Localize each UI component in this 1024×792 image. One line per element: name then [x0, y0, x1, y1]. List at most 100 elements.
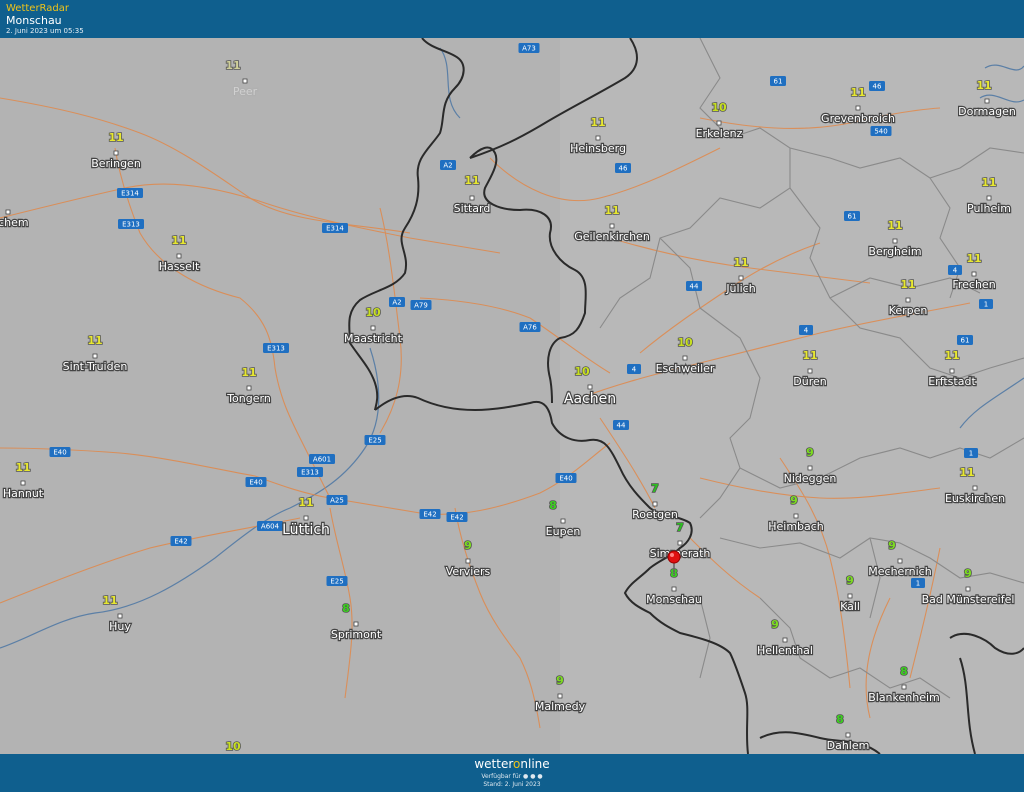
road-sign-e42: E42	[170, 536, 192, 546]
city-label: Nideggen	[784, 472, 837, 485]
city-dot	[897, 558, 903, 564]
svg-text:46: 46	[619, 165, 628, 173]
wetteronline-logo[interactable]: wetteronline	[0, 757, 1024, 771]
city-label: Hasselt	[159, 260, 200, 273]
city-label: Frechen	[952, 278, 995, 291]
city-label: Beringen	[91, 157, 141, 170]
city-dot	[892, 238, 898, 244]
svg-text:A79: A79	[414, 302, 428, 310]
temperature-label: 9	[888, 539, 896, 552]
svg-text:A604: A604	[261, 523, 280, 531]
road-sign-46: 46	[869, 81, 885, 91]
city-label: Roetgen	[632, 508, 678, 521]
svg-text:E40: E40	[53, 449, 66, 457]
city-dot	[303, 515, 309, 521]
road-sign-61: 61	[770, 76, 786, 86]
temperature-label: 11	[959, 466, 974, 479]
city-label: Düren	[793, 375, 826, 388]
city-label: Euskirchen	[945, 492, 1005, 505]
temperature-label: 11	[887, 219, 902, 232]
city-label: Peer	[233, 85, 258, 98]
radar-map[interactable]: A73 61 46 540 A2 46 E314 E313 E314 61 4 A2 A79 A76 44 1…	[0, 37, 1024, 755]
road-sign-e40: E40	[245, 477, 267, 487]
svg-text:E313: E313	[267, 345, 285, 353]
temperature-label: 11	[802, 349, 817, 362]
svg-text:E313: E313	[301, 469, 319, 477]
road-sign-e25: E25	[326, 576, 348, 586]
city-dot	[117, 613, 123, 619]
city-dot	[560, 518, 566, 524]
temperature-label: 11	[604, 204, 619, 217]
city-label: Erftstadt	[928, 375, 976, 388]
svg-text:A76: A76	[523, 324, 537, 332]
svg-text:E42: E42	[174, 538, 187, 546]
city-label: Pulheim	[967, 202, 1011, 215]
temperature-label: 7	[651, 482, 659, 495]
svg-text:46: 46	[873, 83, 882, 91]
temperature-label: 11	[981, 176, 996, 189]
road-sign-e42: E42	[419, 509, 441, 519]
city-dot	[807, 368, 813, 374]
android-icon[interactable]: ●	[523, 773, 528, 780]
temperature-label: 10	[365, 306, 381, 319]
city-dot	[5, 209, 11, 215]
road-sign-a2: A2	[389, 297, 405, 307]
temperature-label: 9	[846, 574, 854, 587]
temperature-label: 11	[102, 594, 117, 607]
temperature-label: 9	[771, 618, 779, 631]
svg-text:A2: A2	[443, 162, 452, 170]
city-label: Kerpen	[889, 304, 928, 317]
city-label: Dahlem	[827, 739, 870, 752]
svg-text:E40: E40	[249, 479, 262, 487]
city-label: Maastricht	[344, 332, 403, 345]
city-dot	[671, 586, 677, 592]
city-label: Verviers	[446, 565, 491, 578]
apple-icon[interactable]: ●	[530, 773, 535, 780]
city-dot	[469, 195, 475, 201]
city-label: Blankenheim	[868, 691, 940, 704]
city-label: Kall	[840, 600, 860, 613]
road-sign-44: 44	[613, 420, 629, 430]
city-label: Grevenbroich	[821, 112, 895, 125]
windows-icon[interactable]: ●	[537, 773, 542, 780]
footer-bar: wetteronline Verfügbar für ● ● ● Stand: …	[0, 754, 1024, 792]
temperature-label: 11	[900, 278, 915, 291]
city-dot	[587, 384, 593, 390]
city-label: Bergheim	[868, 245, 921, 258]
road-sign-a2: A2	[440, 160, 456, 170]
temperature-label: 10	[677, 336, 693, 349]
road-sign-e40: E40	[555, 473, 577, 483]
temperature-label: 11	[464, 174, 479, 187]
city-label: Dormagen	[958, 105, 1016, 118]
road-sign-e313: E313	[118, 219, 144, 229]
svg-text:E25: E25	[330, 578, 343, 586]
city-label: Geilenkirchen	[574, 230, 650, 243]
road-sign-e25: E25	[364, 435, 386, 445]
temperature-label: 8	[836, 713, 844, 726]
road-sign-a604: A604	[257, 521, 283, 531]
road-sign-a73: A73	[518, 43, 540, 53]
city-dot	[716, 120, 722, 126]
temperature-label: 10	[225, 740, 241, 753]
city-dot	[949, 368, 955, 374]
svg-text:4: 4	[632, 366, 637, 374]
road-sign-46: 46	[615, 163, 631, 173]
city-label: Eschweiler	[656, 362, 715, 375]
city-label: Monschau	[646, 593, 702, 606]
city-label: Lüttich	[282, 522, 330, 538]
city-dot	[609, 223, 615, 229]
city-dot	[557, 693, 563, 699]
svg-text:A2: A2	[392, 299, 401, 307]
road-sign-61: 61	[957, 335, 973, 345]
svg-text:A601: A601	[313, 456, 331, 464]
road-sign-4: 4	[627, 364, 641, 374]
temperature-label: 9	[556, 674, 564, 687]
city-label: Huy	[109, 620, 131, 633]
city-label: Erkelenz	[696, 127, 743, 140]
temperature-label: 8	[342, 602, 350, 615]
city-label: Sittard	[454, 202, 491, 215]
city-dot	[738, 275, 744, 281]
city-unnamed[interactable]: 10	[225, 739, 242, 754]
svg-text:E40: E40	[559, 475, 572, 483]
svg-text:A73: A73	[522, 45, 536, 53]
